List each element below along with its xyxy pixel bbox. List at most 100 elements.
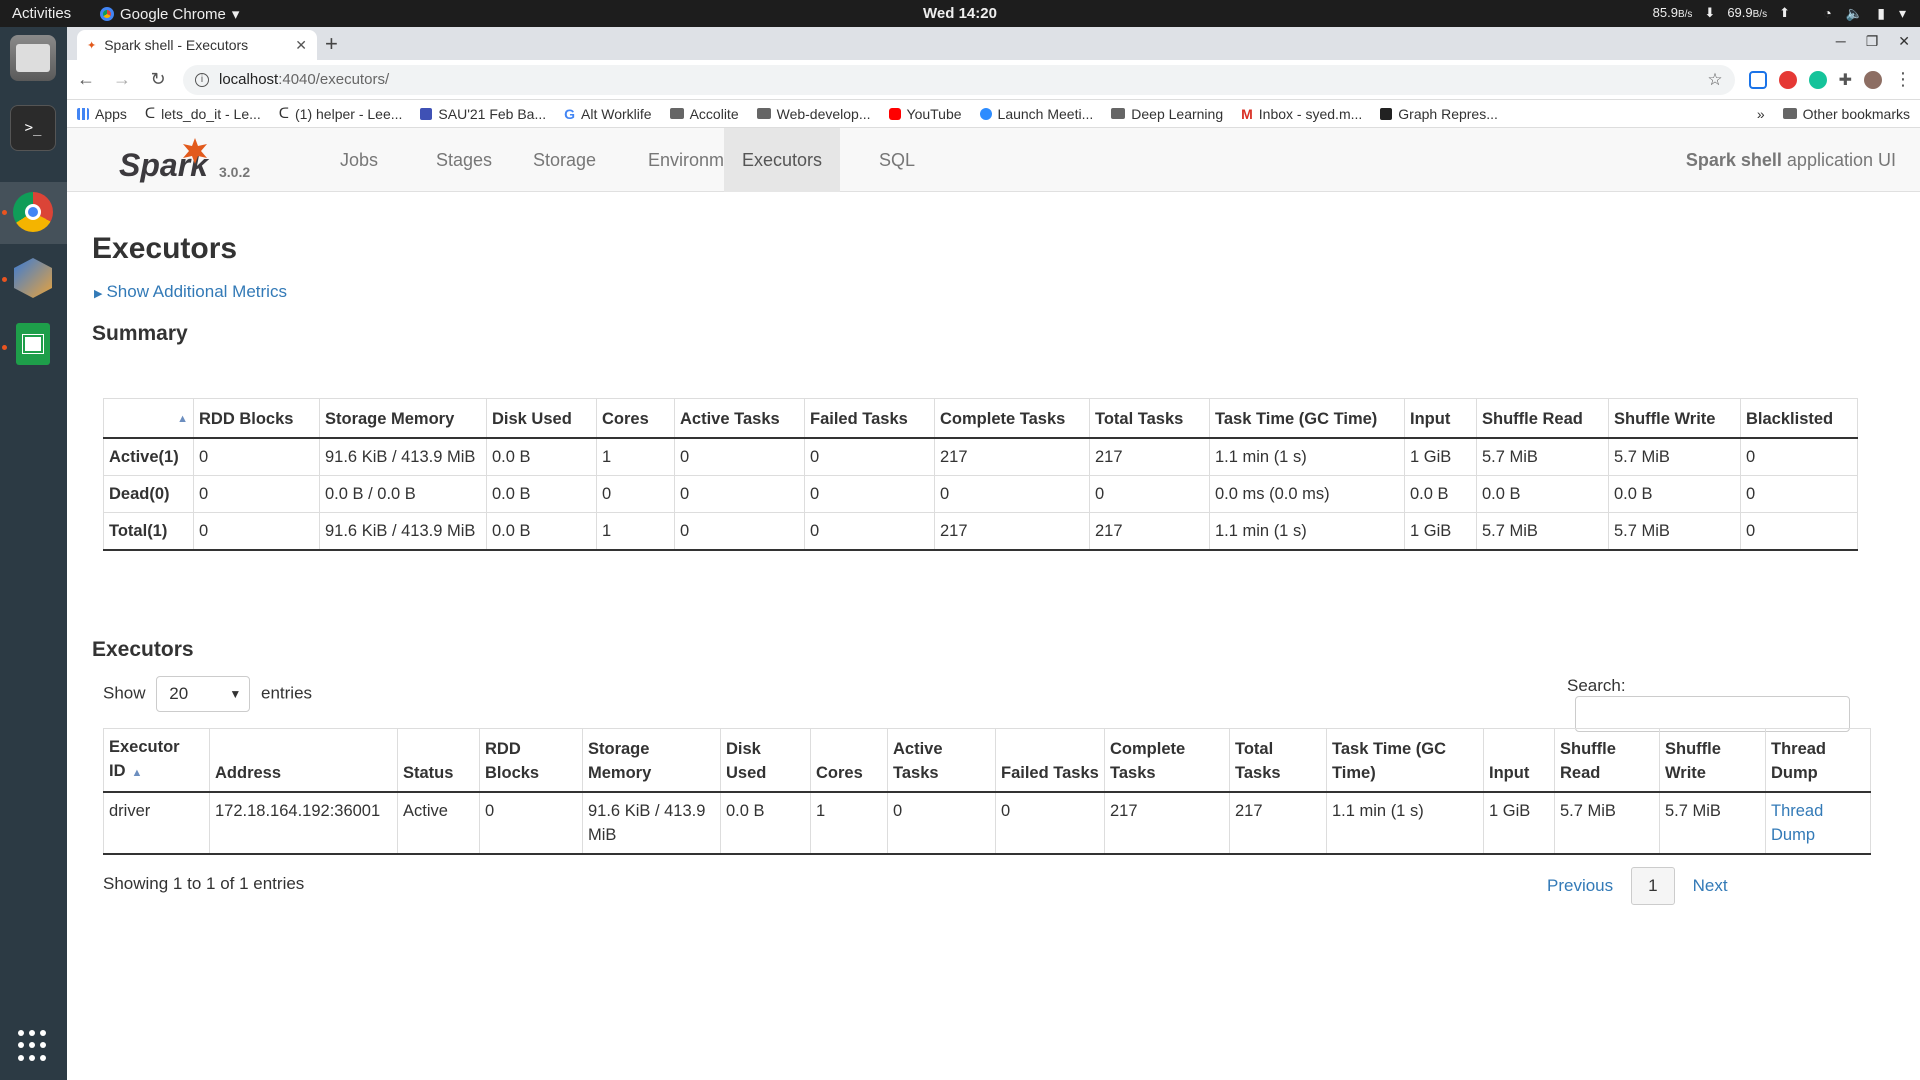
bookmark-item[interactable]: Graph Repres... [1380,106,1498,122]
table-cell: 217 [934,437,1090,476]
table-cell: 0.0 B [1608,475,1741,513]
avatar[interactable] [1864,70,1882,89]
column-header[interactable]: Address [209,728,398,793]
column-header[interactable]: Thread Dump [1765,728,1871,793]
column-header[interactable]: Active Tasks [674,398,805,439]
ide-icon[interactable] [10,255,56,301]
minimize-icon[interactable]: ─ [1836,33,1846,50]
bookmark-item[interactable]: YouTube [888,106,962,122]
table-cell: 5.7 MiB [1476,437,1609,476]
close-window-icon[interactable]: ✕ [1898,33,1910,50]
column-header-label: Executor ID [109,738,180,780]
next-page-button[interactable]: Next [1675,868,1746,904]
column-header[interactable]: RDD Blocks [479,728,583,793]
bookmark-star-icon[interactable]: ☆ [1707,70,1722,90]
page-1-button[interactable]: 1 [1631,867,1675,905]
column-header[interactable]: Shuffle Write [1608,398,1741,439]
column-header[interactable]: Task Time (GC Time) [1209,398,1405,439]
column-header[interactable]: Shuffle Read [1554,728,1660,793]
bookmark-item[interactable]: ᑕ (1) helper - Lee... [279,105,403,122]
bookmark-folder[interactable]: Deep Learning [1111,106,1223,122]
tab-sql[interactable]: SQL [861,128,933,192]
clock[interactable]: Wed 14:20 [0,5,1920,22]
page-size-select[interactable]: 20 ▼ [156,676,251,712]
previous-page-button[interactable]: Previous [1529,868,1631,904]
column-header[interactable]: Failed Tasks [804,398,935,439]
chrome-icon[interactable] [10,189,56,235]
browser-tab[interactable]: ✦ Spark shell - Executors ✕ [77,30,317,60]
show-applications-icon[interactable] [18,1030,50,1062]
column-header[interactable]: Total Tasks [1229,728,1327,793]
bookmark-item[interactable]: ᑕ lets_do_it - Le... [145,105,261,122]
tab-executors[interactable]: Executors [724,128,841,192]
column-header[interactable]: Failed Tasks [995,728,1105,793]
files-icon[interactable] [10,35,56,81]
sort-asc-icon: ▲ [177,413,188,425]
extension-icon[interactable] [1748,70,1767,89]
reload-icon[interactable]: ↻ [147,69,169,90]
bookmark-item[interactable]: Launch Meeti... [979,105,1094,122]
bookmark-item[interactable]: SAU'21 Feb Ba... [420,106,546,122]
info-icon[interactable]: i [195,72,209,87]
column-header[interactable]: Disk Used [720,728,811,793]
search-input[interactable] [1575,696,1850,732]
bookmarks-overflow-icon[interactable]: » [1757,106,1765,122]
bookmark-folder[interactable]: Accolite [669,106,739,122]
table-cell: 0.0 B [486,512,597,551]
column-header[interactable]: Complete Tasks [934,398,1090,439]
executors-heading: Executors [92,638,194,661]
new-tab-icon[interactable]: + [325,31,338,57]
show-additional-metrics-link[interactable]: ▶ Show Additional Metrics [94,282,287,302]
column-header[interactable]: RDD Blocks [193,398,320,439]
column-header[interactable]: Cores [810,728,888,793]
spark-logo-icon[interactable]: Spark [117,136,217,184]
terminal-icon[interactable]: >_ [10,105,56,151]
column-header[interactable]: Executor ID ▲ [103,728,210,793]
bookmark-item[interactable]: G Alt Worklife [564,106,651,122]
spreadsheet-icon[interactable] [10,321,56,367]
column-header[interactable]: Active Tasks [887,728,996,793]
arrow-down-icon: ⬇ [1704,5,1716,20]
table-cell: 0 [1740,512,1858,551]
thread-dump-link[interactable]: Thread Dump [1771,802,1823,844]
tab-storage[interactable]: Storage [515,128,614,192]
column-header[interactable]: Disk Used [486,398,597,439]
extension-icon[interactable] [1778,70,1797,89]
column-header[interactable]: Cores [596,398,675,439]
column-header[interactable]: Total Tasks [1089,398,1210,439]
column-header[interactable]: Task Time (GC Time) [1326,728,1484,793]
net-up-unit: B/s [1752,9,1768,20]
column-header[interactable]: Storage Memory [319,398,487,439]
column-header[interactable]: Status [397,728,480,793]
bookmark-item[interactable]: M Inbox - syed.m... [1241,106,1362,122]
executors-table: Executor ID ▲ Address Status RDD Blocks S… [103,728,1871,855]
other-bookmarks[interactable]: Other bookmarks [1782,106,1910,122]
table-cell: Thread Dump [1765,791,1871,855]
column-header[interactable]: Complete Tasks [1104,728,1230,793]
puzzle-icon[interactable]: ✚ [1839,70,1852,90]
gmail-icon: M [1241,105,1253,122]
table-cell: 1 [596,437,675,476]
table-cell: 5.7 MiB [1659,791,1766,855]
column-header[interactable]: Storage Memory [582,728,721,793]
forward-icon[interactable]: → [111,69,133,90]
column-header[interactable]: Shuffle Write [1659,728,1766,793]
bookmark-folder[interactable]: Web-develop... [756,106,871,122]
tab-jobs[interactable]: Jobs [322,128,396,192]
back-icon[interactable]: ← [75,69,97,90]
bookmark-label: Launch Meeti... [997,105,1094,122]
column-header[interactable]: Blacklisted [1740,398,1858,439]
grammarly-icon[interactable] [1808,70,1827,89]
address-bar[interactable]: i localhost:4040/executors/ ☆ [183,64,1735,95]
column-header[interactable]: Input [1483,728,1555,793]
restore-icon[interactable]: ❐ [1866,33,1879,50]
column-header[interactable]: Input [1404,398,1477,439]
close-icon[interactable]: ✕ [295,37,307,54]
tab-stages[interactable]: Stages [418,128,510,192]
bookmark-apps[interactable]: Apps [77,106,127,122]
system-tray[interactable]: ◔ 🔈 ▮ ▾ [1823,5,1906,22]
column-header[interactable]: Shuffle Read [1476,398,1609,439]
table-cell: 0 [674,512,805,551]
column-header[interactable]: ▲ [103,398,194,439]
menu-icon[interactable]: ⋮ [1894,69,1912,90]
